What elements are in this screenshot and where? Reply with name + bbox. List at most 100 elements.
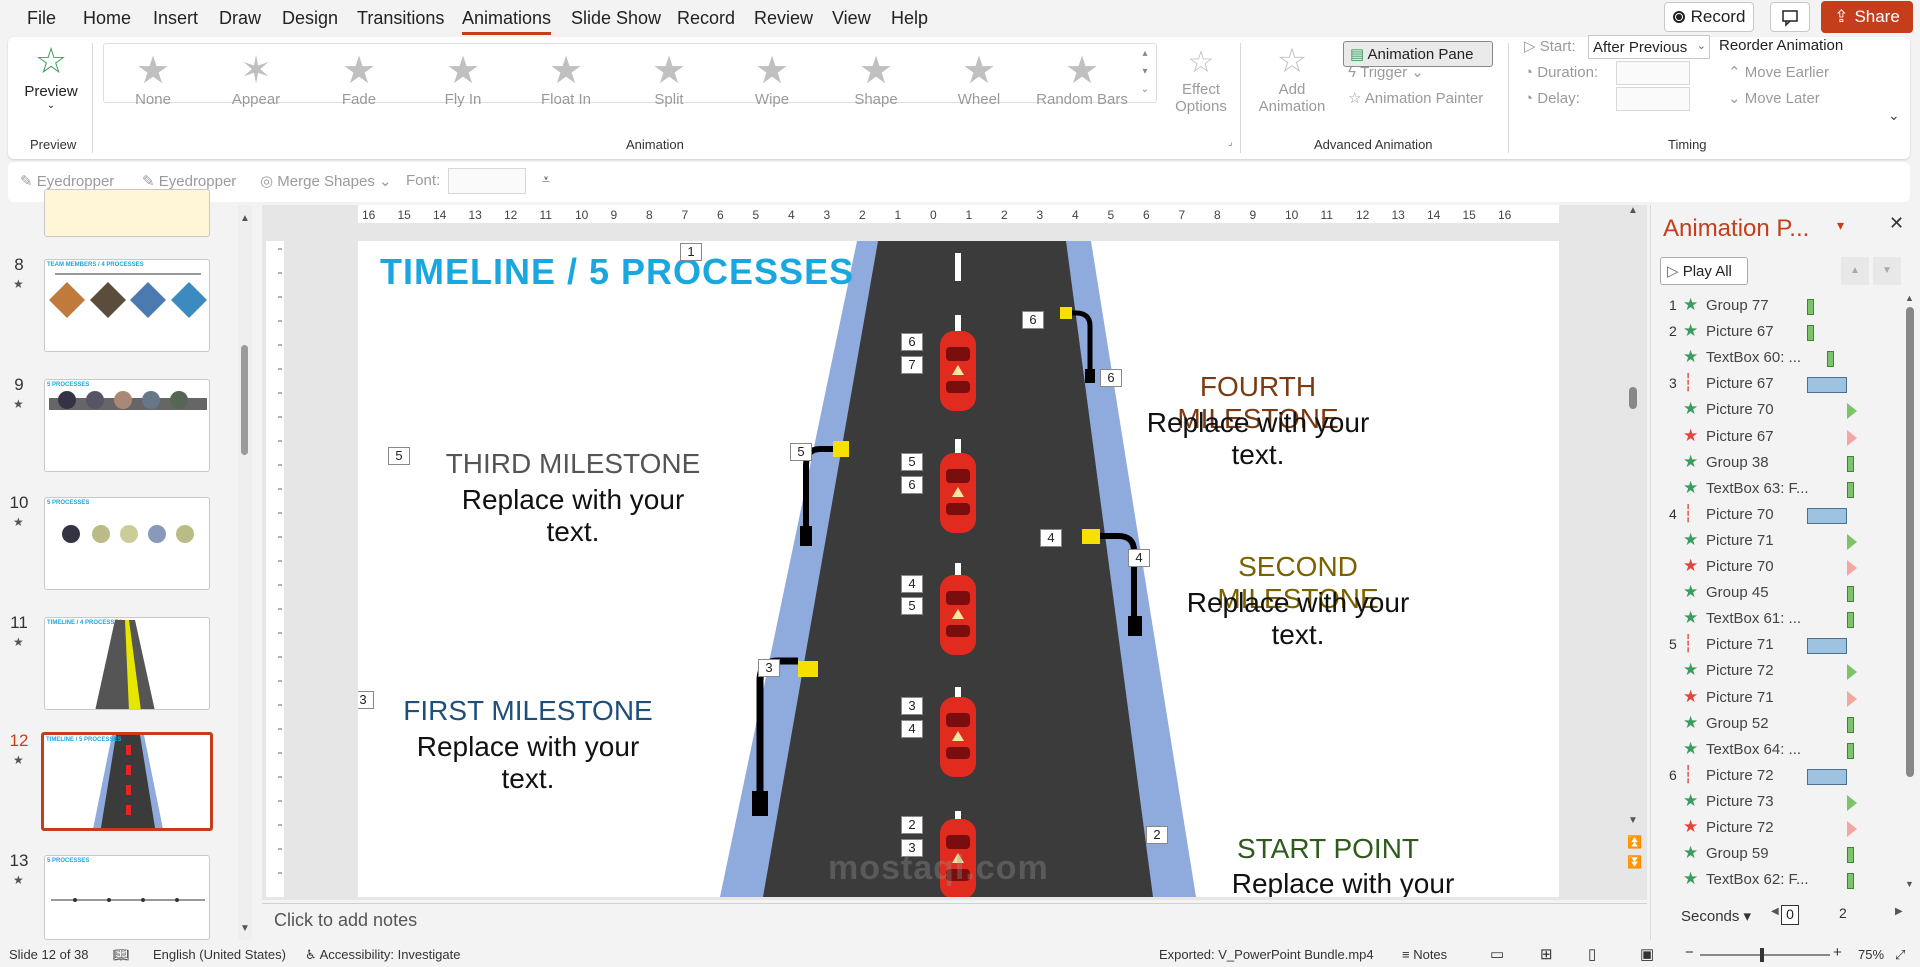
fit-slide-icon[interactable]: ⤢ — [1895, 947, 1905, 963]
effect-wheel[interactable]: ★ Wheel — [929, 51, 1029, 108]
duration-input[interactable] — [1616, 61, 1690, 85]
slide-canvas[interactable]: TIMELINE / 5 PROCESSES FOURTH MILESTONE … — [358, 241, 1559, 897]
animation-tag[interactable]: 3 — [901, 839, 923, 857]
animation-tag[interactable]: 2 — [901, 816, 923, 834]
fourth-milestone-body[interactable]: Replace with your text. — [1133, 407, 1383, 471]
animation-item[interactable]: ★ TextBox 63: F... — [1651, 476, 1901, 502]
animation-item[interactable]: ★ TextBox 61: ... — [1651, 606, 1901, 632]
effect-fade[interactable]: ★ Fade — [309, 51, 409, 108]
animation-item[interactable]: ★ Picture 72 — [1651, 815, 1901, 841]
menu-home[interactable]: Home — [83, 8, 131, 29]
animation-tag[interactable]: 6 — [901, 333, 923, 351]
add-animation-button[interactable]: ☆ Add Animation — [1250, 41, 1334, 115]
editor-scrollbar[interactable]: ▲ ▼ ⏫ ⏬ — [1626, 205, 1642, 900]
pane-options-icon[interactable]: ▾ — [1837, 217, 1844, 234]
menu-review[interactable]: Review — [754, 8, 813, 29]
notes-area[interactable]: Click to add notes — [262, 903, 1647, 939]
zoom-out-icon[interactable]: − — [1685, 944, 1694, 961]
move-up-button[interactable]: ▲ — [1841, 257, 1869, 285]
pane-scrollbar[interactable]: ▲ ▼ — [1903, 293, 1917, 893]
slide-sorter-icon[interactable]: ⊞ — [1540, 945, 1553, 963]
animation-item[interactable]: ★ Group 59 — [1651, 841, 1901, 867]
zoom-slider-thumb[interactable] — [1760, 948, 1764, 962]
slide-thumbnail-8[interactable]: TEAM MEMBERS / 4 PROCESSES — [44, 259, 210, 352]
previous-slide-icon[interactable]: ⏫ — [1627, 835, 1642, 849]
reading-view-icon[interactable]: ▯ — [1588, 945, 1596, 963]
menu-transitions[interactable]: Transitions — [357, 8, 444, 29]
effect-appear[interactable]: ✶ Appear — [206, 51, 306, 108]
slide-thumbnail-13[interactable]: 5 PROCESSES — [44, 855, 210, 940]
animation-item[interactable]: ★ TextBox 62: F... — [1651, 867, 1901, 893]
animation-tag[interactable]: 3 — [358, 691, 374, 709]
scroll-down-icon[interactable]: ▼ — [1905, 879, 1914, 889]
animation-tag[interactable]: 6 — [1100, 369, 1122, 387]
effect-wipe[interactable]: ★ Wipe — [722, 51, 822, 108]
slide-title[interactable]: TIMELINE / 5 PROCESSES — [380, 251, 854, 293]
animation-item[interactable]: ★ Picture 73 — [1651, 789, 1901, 815]
slide-thumbnail-12[interactable]: TIMELINE / 5 PROCESSES — [41, 732, 213, 831]
animation-item[interactable]: ★ Group 38 — [1651, 450, 1901, 476]
animation-tag[interactable]: 4 — [1128, 549, 1150, 567]
menu-animations[interactable]: Animations — [462, 8, 552, 35]
eyedropper-button[interactable]: ✎ Eyedropper — [20, 172, 114, 190]
scroll-up-icon[interactable]: ▲ — [240, 213, 250, 224]
animation-item[interactable]: ★ Picture 71 — [1651, 685, 1901, 711]
menu-view[interactable]: View — [832, 8, 871, 29]
animation-tag[interactable]: 7 — [901, 356, 923, 374]
effect-options-button[interactable]: ☆ Effect Options — [1166, 45, 1236, 115]
animation-item[interactable]: ★ TextBox 64: ... — [1651, 737, 1901, 763]
slide-thumbnail-9[interactable]: 5 PROCESSES — [44, 379, 210, 472]
animation-item[interactable]: 6 ┆ Picture 72 — [1651, 763, 1901, 789]
scroll-up-icon[interactable]: ▲ — [1628, 205, 1638, 216]
second-milestone-body[interactable]: Replace with your text. — [1158, 587, 1438, 651]
close-icon[interactable]: ✕ — [1889, 213, 1904, 234]
animation-tag[interactable]: 6 — [1022, 311, 1044, 329]
font-select[interactable] — [448, 168, 526, 194]
animation-item[interactable]: ★ Group 52 — [1651, 711, 1901, 737]
timeline-right-icon[interactable]: ▶ — [1895, 906, 1903, 917]
menu-insert[interactable]: Insert — [153, 8, 198, 29]
eyedropper-button-2[interactable]: ✎ Eyedropper — [142, 172, 236, 190]
animation-tag[interactable]: 5 — [901, 597, 923, 615]
animation-tag[interactable]: 5 — [901, 453, 923, 471]
animation-item[interactable]: ★ Picture 70 — [1651, 554, 1901, 580]
animation-item[interactable]: ★ Picture 71 — [1651, 528, 1901, 554]
animation-item[interactable]: ★ Group 45 — [1651, 580, 1901, 606]
menu-help[interactable]: Help — [891, 8, 928, 29]
preview-button[interactable]: ☆ Preview ⌄ — [16, 41, 86, 131]
delay-input[interactable] — [1616, 87, 1690, 111]
animation-item[interactable]: ★ Picture 72 — [1651, 658, 1901, 684]
menu-design[interactable]: Design — [282, 8, 338, 29]
slide-thumbnail-10[interactable]: 5 PROCESSES — [44, 497, 210, 590]
animation-tag[interactable]: 2 — [1146, 826, 1168, 844]
animation-tag[interactable]: 4 — [901, 575, 923, 593]
animation-item[interactable]: 5 ┆ Picture 71 — [1651, 632, 1901, 658]
animation-item[interactable]: ★ Picture 70 — [1651, 397, 1901, 423]
effect-random-bars[interactable]: ★ Random Bars — [1032, 51, 1132, 108]
slide-thumbnail-7[interactable] — [44, 189, 210, 237]
scroll-down-icon[interactable]: ▼ — [240, 923, 250, 934]
trigger-button[interactable]: ϟ Trigger ⌄ — [1348, 63, 1424, 81]
timeline-left-icon[interactable]: ◀ — [1771, 906, 1779, 917]
effect-split[interactable]: ★ Split — [619, 51, 719, 108]
menu-record[interactable]: Record — [677, 8, 735, 29]
animation-tag[interactable]: 5 — [790, 443, 812, 461]
animation-tag[interactable]: 4 — [901, 720, 923, 738]
accessibility-button[interactable]: ♿︎ Accessibility: Investigate — [305, 947, 460, 963]
effect-fly-in[interactable]: ★ Fly In — [413, 51, 513, 108]
notes-toggle[interactable]: ≡ Notes — [1402, 947, 1447, 962]
animation-item[interactable]: 4 ┆ Picture 70 — [1651, 502, 1901, 528]
customize-toolbar-icon[interactable]: ⩡ — [542, 171, 550, 188]
comments-button[interactable] — [1770, 2, 1810, 32]
animation-tag[interactable]: 5 — [388, 447, 410, 465]
record-button[interactable]: Record — [1664, 2, 1754, 32]
move-later-button[interactable]: ⌄ Move Later — [1728, 89, 1820, 107]
spellcheck-icon[interactable]: 📖︎ — [113, 947, 130, 963]
language-status[interactable]: English (United States) — [153, 947, 286, 962]
effect-shape[interactable]: ★ Shape — [826, 51, 926, 108]
normal-view-icon[interactable]: ▭ — [1490, 945, 1504, 963]
menu-file[interactable]: File — [27, 8, 56, 29]
third-milestone-heading[interactable]: THIRD MILESTONE — [438, 448, 708, 480]
first-milestone-heading[interactable]: FIRST MILESTONE — [398, 695, 658, 727]
collapse-ribbon-icon[interactable]: ⌄ — [1888, 107, 1900, 124]
